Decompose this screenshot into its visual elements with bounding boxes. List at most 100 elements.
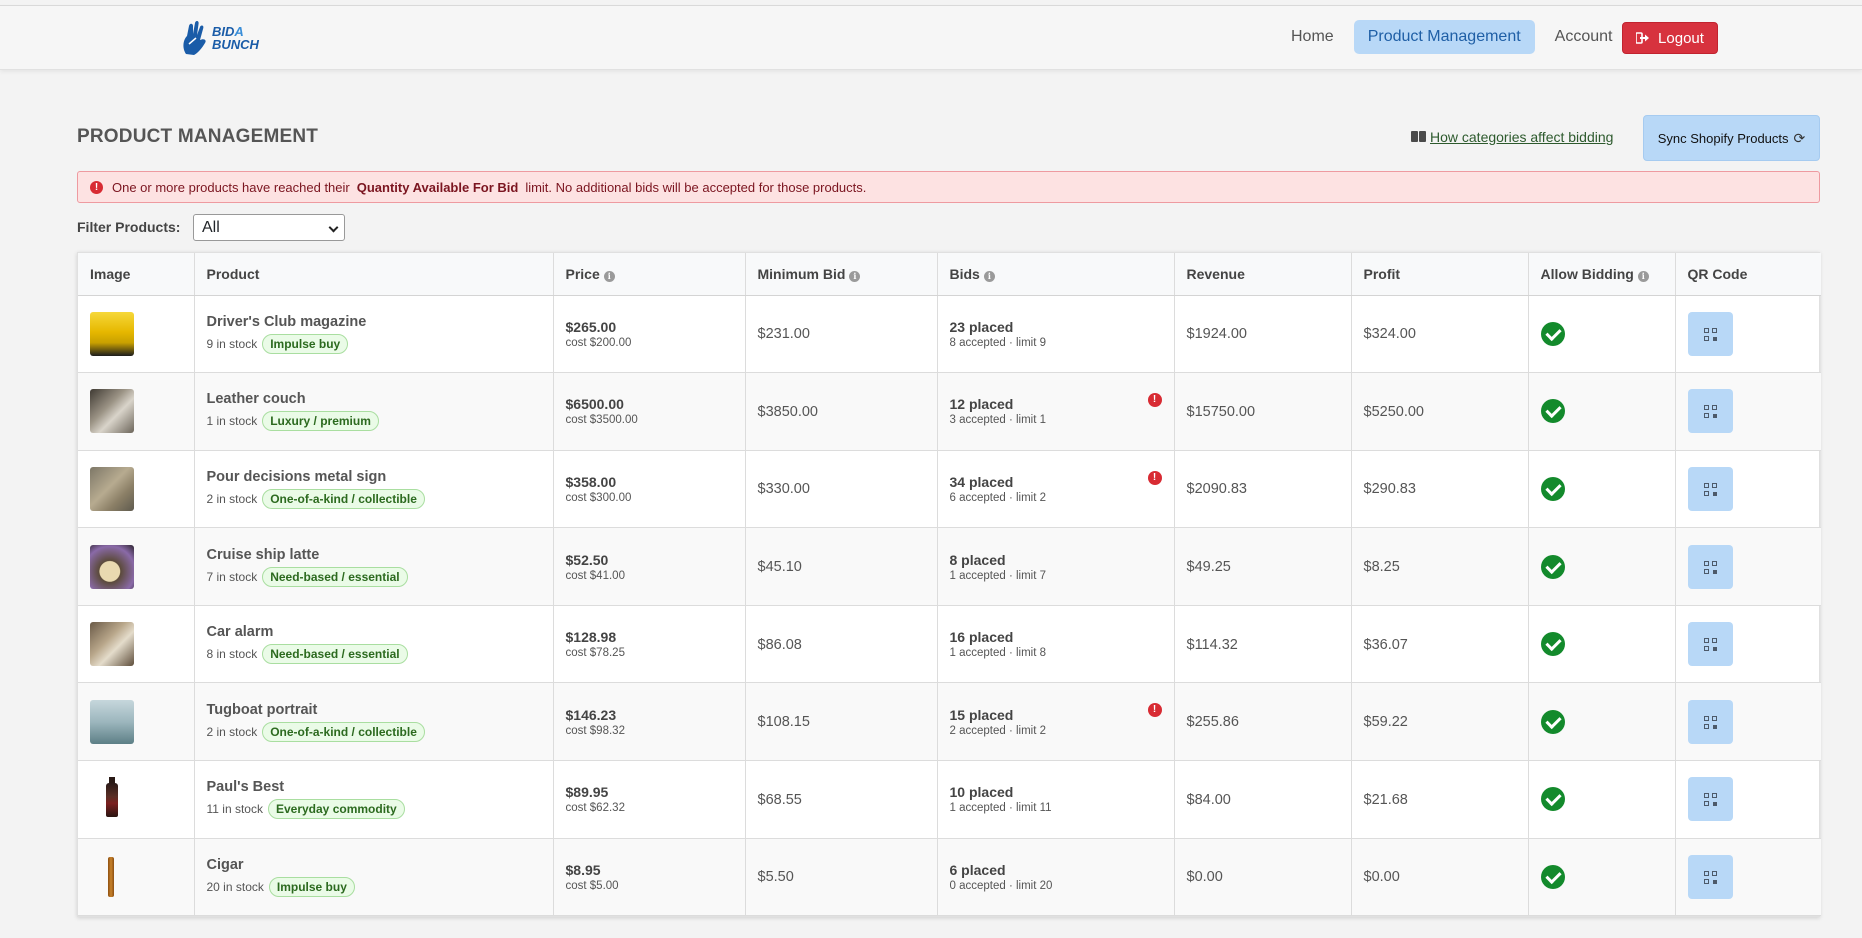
revenue-value: $2090.83 <box>1186 481 1247 498</box>
table-row: Car alarm 8 in stock Need-based / essentia… <box>78 605 1821 684</box>
qr-code-button[interactable] <box>1687 544 1733 589</box>
limit-warning-icon[interactable]: ! <box>1147 703 1162 718</box>
check-circle-icon[interactable] <box>1540 709 1565 734</box>
qr-code-icon <box>1703 715 1717 729</box>
bids-placed: 12 placed <box>949 396 1014 413</box>
info-icon[interactable]: i <box>983 270 995 282</box>
cell-image <box>78 760 195 839</box>
page-title: PRODUCT MANAGEMENT <box>77 126 319 147</box>
bids-placed: 34 placed <box>949 473 1014 490</box>
cell-product: Pour decisions metal sign 2 in stock One-o… <box>194 450 554 529</box>
brand-logo[interactable]: BIDA BUNCH <box>180 18 259 58</box>
product-meta: 2 in stock One-of-a-kind / collectible <box>207 488 553 509</box>
cell-revenue: $114.32 <box>1174 605 1352 684</box>
logout-label: Logout <box>1658 29 1704 47</box>
qr-code-button[interactable] <box>1687 389 1733 434</box>
cell-bids: 6 placed 0 accepted · limit 20 <box>937 838 1175 917</box>
info-icon[interactable]: i <box>603 270 615 282</box>
table-row: Paul's Best 11 in stock Everyday commodity… <box>78 760 1821 839</box>
refresh-icon: ⟳ <box>1793 129 1806 146</box>
qr-code-button[interactable] <box>1687 854 1733 899</box>
info-icon[interactable]: i <box>1637 270 1649 282</box>
nav-home[interactable]: Home <box>1277 20 1348 54</box>
check-circle-icon[interactable] <box>1540 554 1565 579</box>
cell-product: Cruise ship latte 7 in stock Need-based / … <box>194 527 554 606</box>
product-name[interactable]: Driver's Club magazine <box>207 314 553 330</box>
limit-warning-icon[interactable]: ! <box>1147 470 1162 485</box>
check-circle-icon[interactable] <box>1540 321 1565 346</box>
category-badge: Impulse buy <box>268 876 355 897</box>
nav-account[interactable]: Account <box>1541 20 1627 54</box>
categories-help-link[interactable]: How categories affect bidding <box>1411 129 1613 145</box>
cell-minimum-bid: $231.00 <box>745 295 938 374</box>
product-image <box>90 777 134 821</box>
price-value: $265.00 <box>565 318 617 335</box>
product-name[interactable]: Leather couch <box>207 391 553 407</box>
chevron-down-icon <box>328 222 339 233</box>
product-name[interactable]: Pour decisions metal sign <box>207 469 553 485</box>
cell-price: $358.00 cost $300.00 <box>553 450 746 529</box>
product-image <box>90 622 134 667</box>
qr-code-button[interactable] <box>1687 466 1733 511</box>
bids-detail: 2 accepted · limit 2 <box>949 724 1047 737</box>
cell-image <box>78 605 195 684</box>
revenue-value: $255.86 <box>1186 714 1239 731</box>
minimum-bid-value: $5.50 <box>757 869 794 886</box>
qr-code-button[interactable] <box>1687 622 1733 667</box>
minimum-bid-value: $45.10 <box>757 559 802 576</box>
cell-bids: 8 placed 1 accepted · limit 7 <box>937 527 1175 606</box>
product-name[interactable]: Car alarm <box>207 624 553 640</box>
check-circle-icon[interactable] <box>1540 399 1565 424</box>
qr-code-button[interactable] <box>1687 699 1733 744</box>
category-badge: Impulse buy <box>262 333 349 354</box>
limit-warning-icon[interactable]: ! <box>1147 393 1162 408</box>
filter-products-select[interactable]: All <box>193 214 345 241</box>
filter-label: Filter Products: <box>77 219 181 235</box>
profit-value: $21.68 <box>1363 791 1408 808</box>
cost-value: cost $300.00 <box>565 491 632 504</box>
stock-count: 1 in stock <box>206 414 258 429</box>
product-name[interactable]: Paul's Best <box>207 779 553 795</box>
check-circle-icon[interactable] <box>1540 476 1565 501</box>
cell-allow-bidding <box>1528 527 1676 606</box>
navbar: BIDA BUNCH Home Product Management Accou… <box>0 5 1862 70</box>
stock-count: 20 in stock <box>206 879 264 894</box>
product-image <box>90 389 134 434</box>
stock-count: 9 in stock <box>206 336 258 351</box>
cell-allow-bidding <box>1528 605 1676 684</box>
sync-shopify-button[interactable]: Sync Shopify Products ⟳ <box>1643 115 1820 161</box>
check-circle-icon[interactable] <box>1540 787 1565 812</box>
product-name[interactable]: Tugboat portrait <box>207 702 553 718</box>
product-name[interactable]: Cruise ship latte <box>207 547 553 563</box>
check-circle-icon[interactable] <box>1540 864 1565 889</box>
stock-count: 7 in stock <box>206 569 258 584</box>
bids-detail: 1 accepted · limit 7 <box>949 569 1047 582</box>
check-circle-icon[interactable] <box>1540 632 1565 657</box>
info-icon[interactable]: i <box>849 270 861 282</box>
logout-button[interactable]: Logout <box>1622 22 1718 54</box>
nav-product-management[interactable]: Product Management <box>1353 20 1535 54</box>
col-header-bids: Bids i <box>937 253 1175 296</box>
book-icon <box>1411 131 1426 143</box>
cell-minimum-bid: $330.00 <box>745 450 938 529</box>
cell-revenue: $15750.00 <box>1174 372 1352 451</box>
cell-bids: 16 placed 1 accepted · limit 8 <box>937 605 1175 684</box>
cell-price: $52.50 cost $41.00 <box>553 527 746 606</box>
cell-minimum-bid: $86.08 <box>745 605 938 684</box>
qr-code-button[interactable] <box>1687 311 1733 356</box>
cell-revenue: $49.25 <box>1174 527 1352 606</box>
cell-bids: 34 placed 6 accepted · limit 2! <box>937 450 1175 529</box>
product-name[interactable]: Cigar <box>207 857 553 873</box>
cell-image <box>78 527 195 606</box>
price-value: $128.98 <box>565 629 617 646</box>
qr-code-button[interactable] <box>1687 777 1733 822</box>
cell-price: $8.95 cost $5.00 <box>553 838 746 917</box>
cell-qr-code <box>1675 527 1821 606</box>
sync-shopify-label: Sync Shopify Products <box>1657 130 1789 146</box>
cell-price: $6500.00 cost $3500.00 <box>553 372 746 451</box>
cell-price: $146.23 cost $98.32 <box>553 682 746 762</box>
cell-allow-bidding <box>1528 760 1676 839</box>
cost-value: cost $78.25 <box>565 647 625 660</box>
cost-value: cost $62.32 <box>565 802 625 815</box>
alert-emphasis: Quantity Available For Bid <box>356 179 519 195</box>
